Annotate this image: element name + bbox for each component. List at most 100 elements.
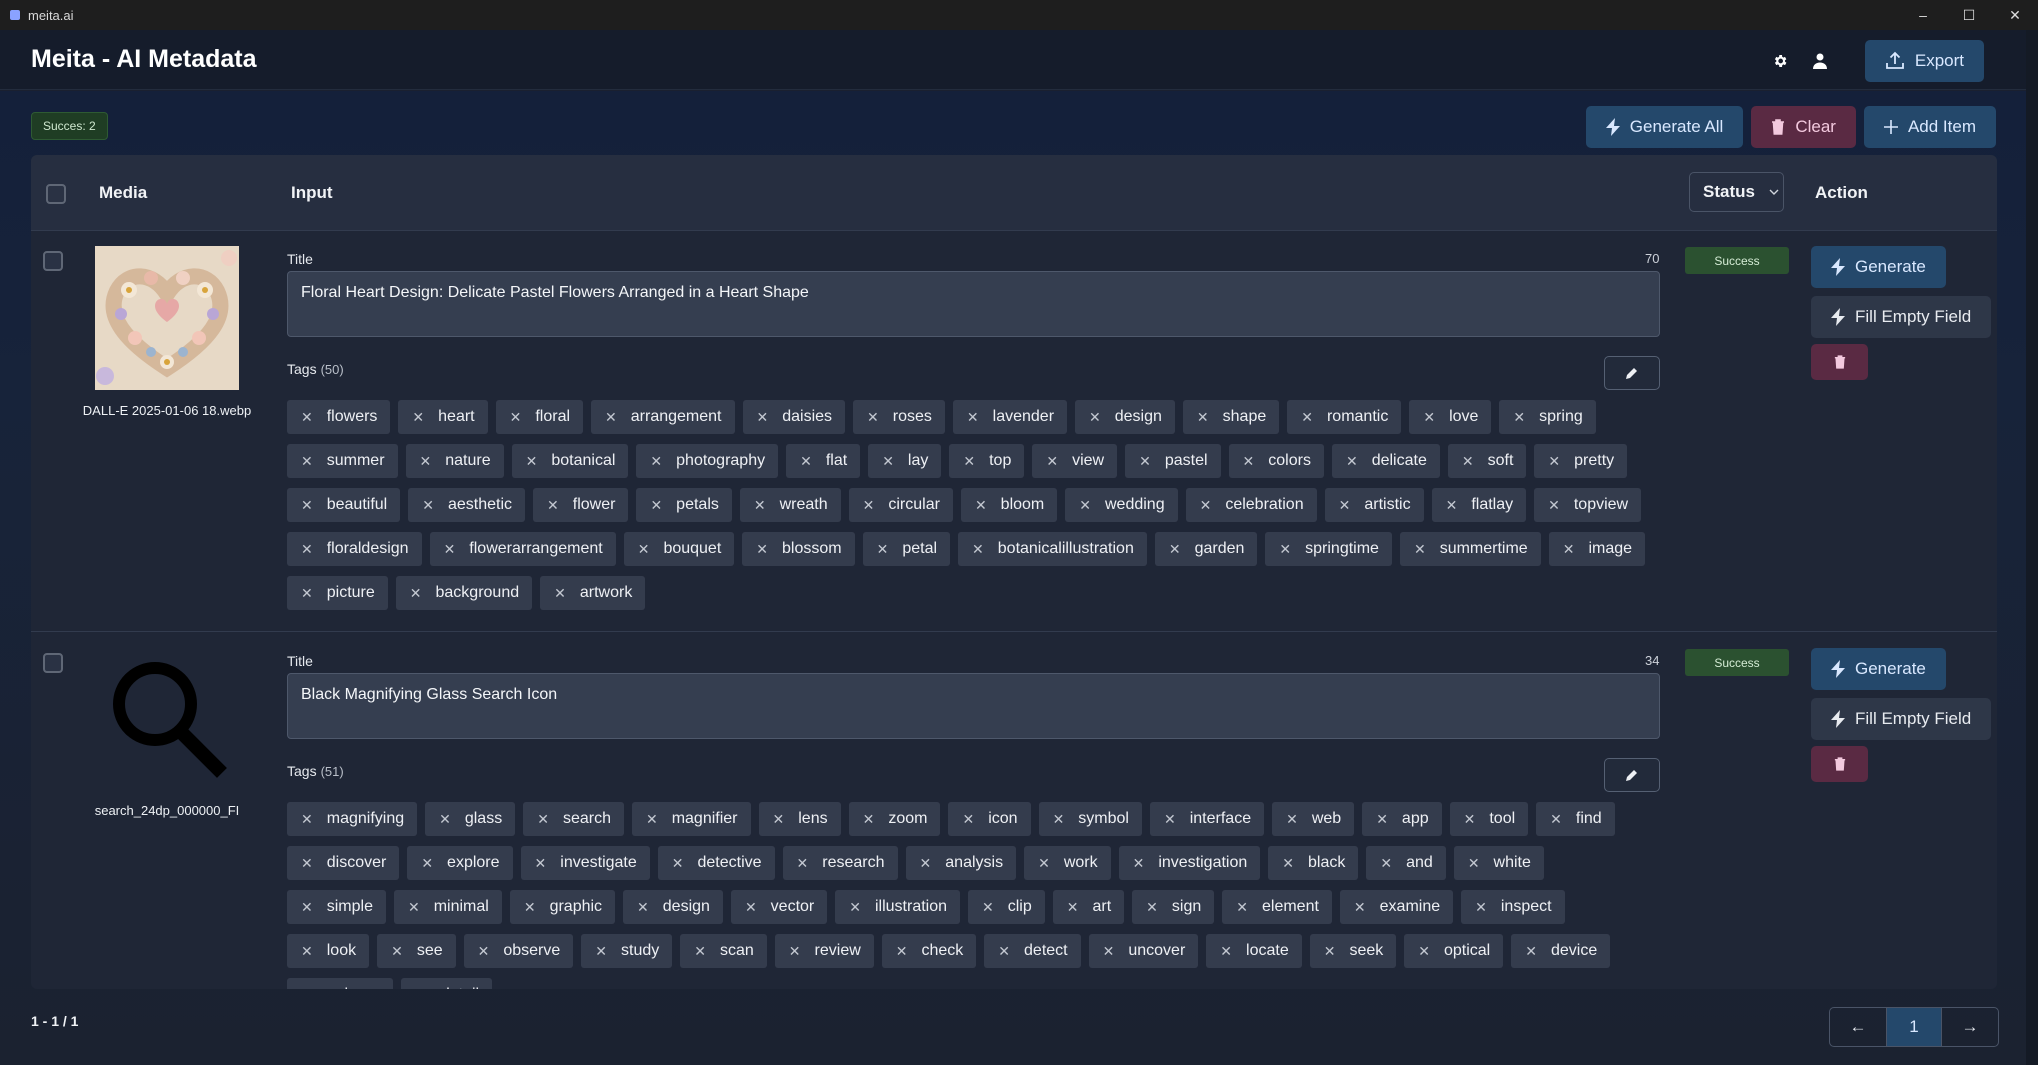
remove-tag-icon[interactable]: ✕ [535,855,547,872]
remove-tag-icon[interactable]: ✕ [595,943,607,960]
remove-tag-icon[interactable]: ✕ [757,409,769,426]
remove-tag-icon[interactable]: ✕ [301,943,313,960]
row-checkbox[interactable] [43,251,63,271]
remove-tag-icon[interactable]: ✕ [1220,943,1232,960]
remove-tag-icon[interactable]: ✕ [1446,497,1458,514]
clear-button[interactable]: Clear [1751,106,1856,148]
remove-tag-icon[interactable]: ✕ [789,943,801,960]
thumbnail-magnifier[interactable] [95,648,239,792]
remove-tag-icon[interactable]: ✕ [1103,943,1115,960]
remove-tag-icon[interactable]: ✕ [745,899,757,916]
fill-empty-field-button[interactable]: Fill Empty Field [1811,296,1992,338]
remove-tag-icon[interactable]: ✕ [1279,541,1291,558]
remove-tag-icon[interactable]: ✕ [1038,855,1050,872]
fill-empty-field-button[interactable]: Fill Empty Field [1811,698,1992,740]
remove-tag-icon[interactable]: ✕ [301,585,313,602]
remove-tag-icon[interactable]: ✕ [1046,453,1058,470]
remove-tag-icon[interactable]: ✕ [756,541,768,558]
remove-tag-icon[interactable]: ✕ [797,855,809,872]
scrollbar[interactable] [2026,30,2038,1065]
remove-tag-icon[interactable]: ✕ [849,899,861,916]
minimize-button[interactable]: – [1900,0,1946,30]
generate-button[interactable]: Generate [1811,648,1946,690]
remove-tag-icon[interactable]: ✕ [1164,811,1176,828]
remove-tag-icon[interactable]: ✕ [650,497,662,514]
remove-tag-icon[interactable]: ✕ [412,409,424,426]
remove-tag-icon[interactable]: ✕ [882,453,894,470]
remove-tag-icon[interactable]: ✕ [301,541,313,558]
remove-tag-icon[interactable]: ✕ [1139,453,1151,470]
remove-tag-icon[interactable]: ✕ [867,409,879,426]
remove-tag-icon[interactable]: ✕ [1282,855,1294,872]
remove-tag-icon[interactable]: ✕ [637,899,649,916]
remove-tag-icon[interactable]: ✕ [1169,541,1181,558]
remove-tag-icon[interactable]: ✕ [975,497,987,514]
remove-tag-icon[interactable]: ✕ [391,943,403,960]
remove-tag-icon[interactable]: ✕ [301,987,313,990]
remove-tag-icon[interactable]: ✕ [1548,497,1560,514]
remove-tag-icon[interactable]: ✕ [1324,943,1336,960]
remove-tag-icon[interactable]: ✕ [694,943,706,960]
remove-tag-icon[interactable]: ✕ [526,453,538,470]
remove-tag-icon[interactable]: ✕ [537,811,549,828]
remove-tag-icon[interactable]: ✕ [1464,811,1476,828]
remove-tag-icon[interactable]: ✕ [1197,409,1209,426]
status-filter-select[interactable]: Status [1689,172,1784,212]
add-item-button[interactable]: Add Item [1863,106,1996,148]
remove-tag-icon[interactable]: ✕ [301,811,313,828]
remove-tag-icon[interactable]: ✕ [1067,899,1079,916]
remove-tag-icon[interactable]: ✕ [972,541,984,558]
thumbnail-floral-heart[interactable] [95,246,239,390]
remove-tag-icon[interactable]: ✕ [421,855,433,872]
remove-tag-icon[interactable]: ✕ [1146,899,1158,916]
remove-tag-icon[interactable]: ✕ [773,811,785,828]
generate-button[interactable]: Generate [1811,246,1946,288]
remove-tag-icon[interactable]: ✕ [605,409,617,426]
remove-tag-icon[interactable]: ✕ [301,899,313,916]
remove-tag-icon[interactable]: ✕ [1563,541,1575,558]
remove-tag-icon[interactable]: ✕ [800,453,812,470]
remove-tag-icon[interactable]: ✕ [1089,409,1101,426]
remove-tag-icon[interactable]: ✕ [439,811,451,828]
remove-tag-icon[interactable]: ✕ [408,899,420,916]
remove-tag-icon[interactable]: ✕ [1346,453,1358,470]
remove-tag-icon[interactable]: ✕ [1380,855,1392,872]
remove-tag-icon[interactable]: ✕ [554,585,566,602]
remove-tag-icon[interactable]: ✕ [1550,811,1562,828]
remove-tag-icon[interactable]: ✕ [510,409,522,426]
remove-tag-icon[interactable]: ✕ [1053,811,1065,828]
remove-tag-icon[interactable]: ✕ [1513,409,1525,426]
remove-tag-icon[interactable]: ✕ [672,855,684,872]
delete-row-button[interactable] [1811,344,1868,380]
next-page-button[interactable]: → [1942,1008,1998,1046]
remove-tag-icon[interactable]: ✕ [863,811,875,828]
remove-tag-icon[interactable]: ✕ [646,811,658,828]
remove-tag-icon[interactable]: ✕ [1376,811,1388,828]
edit-tags-button[interactable] [1604,758,1660,792]
remove-tag-icon[interactable]: ✕ [920,855,932,872]
remove-tag-icon[interactable]: ✕ [896,943,908,960]
remove-tag-icon[interactable]: ✕ [1462,453,1474,470]
remove-tag-icon[interactable]: ✕ [650,453,662,470]
prev-page-button[interactable]: ← [1830,1008,1886,1046]
remove-tag-icon[interactable]: ✕ [410,585,422,602]
remove-tag-icon[interactable]: ✕ [415,987,427,990]
remove-tag-icon[interactable]: ✕ [1133,855,1145,872]
remove-tag-icon[interactable]: ✕ [998,943,1010,960]
remove-tag-icon[interactable]: ✕ [1301,409,1313,426]
remove-tag-icon[interactable]: ✕ [877,541,889,558]
remove-tag-icon[interactable]: ✕ [1243,453,1255,470]
remove-tag-icon[interactable]: ✕ [1468,855,1480,872]
title-input[interactable]: Black Magnifying Glass Search Icon [287,673,1660,739]
remove-tag-icon[interactable]: ✕ [1414,541,1426,558]
remove-tag-icon[interactable]: ✕ [1339,497,1351,514]
remove-tag-icon[interactable]: ✕ [1354,899,1366,916]
remove-tag-icon[interactable]: ✕ [1418,943,1430,960]
row-checkbox[interactable] [43,653,63,673]
remove-tag-icon[interactable]: ✕ [301,453,313,470]
title-input[interactable]: Floral Heart Design: Delicate Pastel Flo… [287,271,1660,337]
remove-tag-icon[interactable]: ✕ [967,409,979,426]
remove-tag-icon[interactable]: ✕ [301,409,313,426]
remove-tag-icon[interactable]: ✕ [1236,899,1248,916]
select-all-checkbox[interactable] [46,184,66,204]
